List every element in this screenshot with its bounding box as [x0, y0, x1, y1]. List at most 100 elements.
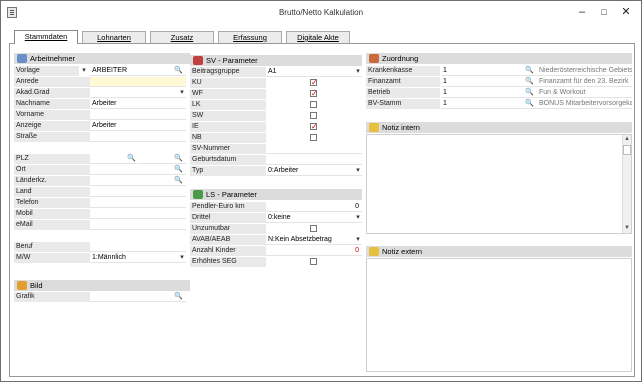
akad-grad-field[interactable]: [90, 88, 186, 98]
section-title: Notiz intern: [382, 123, 420, 132]
grafik-label: Grafik: [14, 292, 90, 302]
tab-erfassung[interactable]: Erfassung: [218, 31, 282, 43]
bv-stamm-field[interactable]: 1: [441, 99, 537, 109]
chevron-down-icon[interactable]: ▾: [80, 66, 88, 76]
vorname-field[interactable]: [90, 110, 186, 120]
vorlage-field[interactable]: ARBEITER: [90, 66, 186, 76]
tab-digitale-akte[interactable]: Digitale Akte: [286, 31, 350, 43]
wf-checkbox[interactable]: ✓: [310, 90, 318, 98]
person-icon: [17, 54, 27, 63]
grafik-field[interactable]: [90, 292, 186, 302]
land-field[interactable]: [90, 187, 186, 197]
section-title: Notiz extern: [382, 247, 423, 256]
search-icon[interactable]: 🔍: [127, 154, 136, 164]
sv-check-label-sw: SW: [190, 111, 266, 121]
scrollbar[interactable]: ▲ ▼: [622, 135, 631, 233]
nachname-field[interactable]: Arbeiter: [90, 99, 186, 109]
search-icon[interactable]: 🔍: [174, 292, 183, 302]
search-icon[interactable]: 🔍: [174, 154, 183, 164]
drittel-field[interactable]: 0:keine: [266, 213, 362, 223]
chevron-down-icon[interactable]: ▾: [178, 253, 186, 263]
notiz-intern-textarea[interactable]: ▲ ▼: [366, 134, 632, 234]
kinder-field[interactable]: 0: [266, 246, 362, 256]
search-icon[interactable]: 🔍: [525, 77, 534, 87]
maximize-icon[interactable]: □: [597, 5, 611, 19]
sv-check-label-wf: WF: [190, 89, 266, 99]
seg-label: Erhöhtes SEG: [190, 257, 266, 267]
chevron-down-icon[interactable]: ▾: [354, 235, 362, 245]
note-icon: [369, 247, 379, 256]
typ-label: Typ: [190, 166, 266, 176]
nb-checkbox[interactable]: [310, 134, 317, 141]
avab-field[interactable]: N:Kein Absetzbetrag: [266, 235, 362, 245]
scroll-down-icon[interactable]: ▼: [623, 224, 631, 232]
geburtsdatum-field[interactable]: [266, 155, 362, 165]
search-icon[interactable]: 🔍: [174, 176, 183, 186]
beitragsgruppe-field[interactable]: A1: [266, 67, 362, 77]
anzeige-field[interactable]: Arbeiter: [90, 121, 186, 131]
search-icon[interactable]: 🔍: [525, 99, 534, 109]
laenderkz-label: Länderkz.: [14, 176, 90, 186]
chevron-down-icon[interactable]: ▾: [178, 88, 186, 98]
land-label: Land: [14, 187, 90, 197]
mw-field[interactable]: 1:Männlich: [90, 253, 186, 263]
betrieb-field[interactable]: 1: [441, 88, 537, 98]
beruf-label: Beruf: [14, 242, 90, 252]
anrede-field[interactable]: [90, 77, 186, 87]
chevron-down-icon[interactable]: ▾: [354, 213, 362, 223]
typ-field[interactable]: 0:Arbeiter: [266, 166, 362, 176]
section-title: Zuordnung: [382, 54, 419, 63]
finanzamt-label: Finanzamt: [366, 77, 440, 87]
notiz-extern-header: Notiz extern: [366, 246, 632, 257]
pendler-label: Pendler-Euro km: [190, 202, 266, 212]
tab-bar: Stammdaten Lohnarten Zusatz Erfassung Di…: [13, 30, 642, 44]
beruf-field[interactable]: [90, 242, 186, 252]
laenderkz-field[interactable]: [90, 176, 186, 186]
ku-checkbox[interactable]: ✓: [310, 79, 318, 87]
scroll-thumb[interactable]: [623, 145, 631, 155]
unzumutbar-checkbox[interactable]: [310, 225, 317, 232]
ls-parameter-header: LS - Parameter: [190, 189, 362, 200]
search-icon[interactable]: 🔍: [174, 165, 183, 175]
tab-stammdaten[interactable]: Stammdaten: [14, 30, 78, 44]
arbeitnehmer-header: Arbeitnehmer: [14, 53, 190, 64]
scroll-up-icon[interactable]: ▲: [623, 135, 631, 143]
zuordnung-header: Zuordnung: [366, 53, 632, 64]
search-icon[interactable]: 🔍: [174, 66, 183, 76]
chevron-down-icon[interactable]: ▾: [354, 67, 362, 77]
stammdaten-page: Arbeitnehmer Vorlage ▾ ARBEITER 🔍 Anrede…: [9, 43, 635, 377]
akad-grad-label: Akad.Grad: [14, 88, 90, 98]
search-icon[interactable]: 🔍: [525, 88, 534, 98]
pendler-field[interactable]: 0: [266, 202, 362, 212]
telefon-label: Telefon: [14, 198, 90, 208]
sw-checkbox[interactable]: [310, 112, 317, 119]
seg-checkbox[interactable]: [310, 258, 317, 265]
svnummer-field[interactable]: [266, 144, 362, 154]
section-title: SV - Parameter: [206, 56, 258, 65]
krankenkasse-field[interactable]: 1: [441, 66, 537, 76]
finanzamt-field[interactable]: 1: [441, 77, 537, 87]
mobil-field[interactable]: [90, 209, 186, 219]
ort-field[interactable]: [90, 165, 186, 175]
notiz-extern-textarea[interactable]: [366, 258, 632, 372]
beitragsgruppe-label: Beitragsgruppe: [190, 67, 266, 77]
krankenkasse-label: Krankenkasse: [366, 66, 440, 76]
search-icon[interactable]: 🔍: [525, 66, 534, 76]
lk-checkbox[interactable]: [310, 101, 317, 108]
chevron-down-icon[interactable]: ▾: [354, 166, 362, 176]
main-window: Brutto/Netto Kalkulation – □ ✕ Stammdate…: [0, 0, 642, 382]
betrieb-label: Betrieb: [366, 88, 440, 98]
close-icon[interactable]: ✕: [619, 5, 633, 19]
picture-icon: [17, 281, 27, 290]
betrieb-desc: Fun & Workout: [537, 88, 632, 98]
tab-lohnarten[interactable]: Lohnarten: [82, 31, 146, 43]
minimize-icon[interactable]: –: [575, 5, 589, 19]
tab-zusatz[interactable]: Zusatz: [150, 31, 214, 43]
ie-checkbox[interactable]: ✓: [310, 123, 318, 131]
email-field[interactable]: [90, 220, 186, 230]
strasse-field[interactable]: [90, 132, 186, 142]
telefon-field[interactable]: [90, 198, 186, 208]
sv-check-label-nb: NB: [190, 133, 266, 143]
kinder-label: Anzahl Kinder: [190, 246, 266, 256]
bv-stamm-label: BV-Stamm: [366, 99, 440, 109]
